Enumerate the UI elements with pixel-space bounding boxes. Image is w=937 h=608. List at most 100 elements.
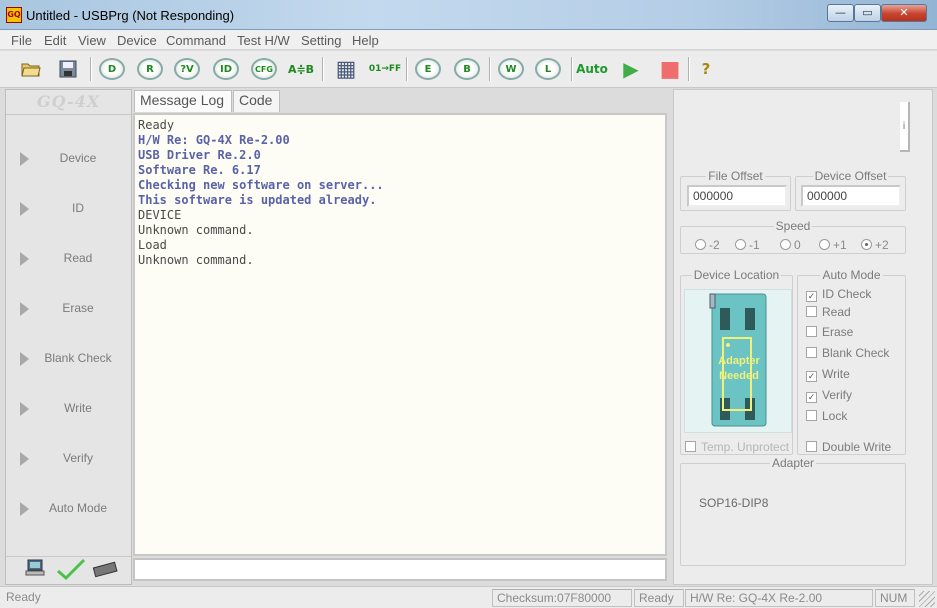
chip-device-icon: D (99, 58, 125, 80)
op-write[interactable]: Write (6, 387, 131, 431)
window-title: Untitled - USBPrg (Not Responding) (26, 8, 235, 23)
log-line: Software Re. 6.17 (138, 163, 261, 177)
device-logo: GQ-4X (6, 90, 131, 115)
op-read[interactable]: Read (6, 237, 131, 281)
op-label: Verify (62, 451, 93, 465)
floppy-disk-icon (59, 60, 77, 78)
toolbar-id-button[interactable]: ID (211, 55, 241, 83)
close-button[interactable]: ✕ (881, 4, 927, 22)
toolbar-read-button[interactable]: R (135, 55, 165, 83)
menu-device[interactable]: Device (117, 33, 157, 48)
device-offset-group: Device Offset 000000 (795, 169, 906, 211)
info-box[interactable]: i (900, 102, 910, 152)
op-verify[interactable]: Verify (6, 437, 131, 481)
toolbar-device-button[interactable]: D (97, 55, 127, 83)
triangle-right-icon (20, 152, 29, 166)
double-write-checkbox[interactable]: Double Write (806, 440, 891, 454)
device-offset-field[interactable]: 000000 (801, 185, 901, 207)
speed-option-0[interactable]: 0 (780, 238, 801, 252)
toolbar-fill-button[interactable]: 01→FF (368, 55, 402, 83)
chip-config-icon: CFG (251, 58, 277, 80)
message-log[interactable]: Ready H/W Re: GQ-4X Re-2.00 USB Driver R… (133, 113, 667, 556)
toolbar-lock-button[interactable]: L (533, 55, 563, 83)
toolbar-separator (571, 57, 573, 81)
adapter-needed-text: Adapter (718, 355, 760, 367)
toolbar-verify-button[interactable]: ?V (172, 55, 202, 83)
op-device[interactable]: Device (6, 137, 131, 181)
toolbar-blank-check-button[interactable]: B (452, 55, 482, 83)
hw-version-field: H/W Re: GQ-4X Re-2.00 (685, 589, 873, 607)
maximize-button[interactable]: ▭ (854, 4, 881, 22)
auto-blank-check-checkbox[interactable]: Blank Check (806, 346, 889, 360)
op-label: Write (64, 401, 92, 415)
toolbar-help-button[interactable]: ? (691, 55, 721, 83)
checkbox-label: Write (822, 367, 850, 381)
tab-message-log[interactable]: Message Log (134, 90, 232, 112)
checkbox-label: Read (822, 305, 851, 319)
chip-write-icon: W (498, 58, 524, 80)
checkmark-icon (57, 558, 86, 581)
log-line: Checking new software on server... (138, 178, 384, 192)
menu-command[interactable]: Command (166, 33, 226, 48)
radio-selected-icon (861, 239, 872, 250)
resize-grip-icon[interactable] (919, 591, 935, 607)
radio-icon (780, 239, 791, 250)
play-icon: ▶ (623, 57, 639, 81)
adapter-group: Adapter SOP16-DIP8 (680, 456, 906, 566)
menu-help[interactable]: Help (352, 33, 379, 48)
auto-id-check-checkbox[interactable]: ✓ ID Check (806, 287, 871, 302)
toolbar-erase-button[interactable]: E (413, 55, 443, 83)
toolbar-write-button[interactable]: W (496, 55, 526, 83)
menu-edit[interactable]: Edit (44, 33, 66, 48)
checkbox-icon (806, 306, 817, 317)
menu-view[interactable]: View (78, 33, 106, 48)
triangle-right-icon (20, 202, 29, 216)
op-blank-check[interactable]: Blank Check (6, 337, 131, 381)
auto-erase-checkbox[interactable]: Erase (806, 325, 853, 339)
toolbar-stop-button[interactable]: ■ (655, 55, 685, 83)
speed-option-plus2[interactable]: +2 (861, 238, 889, 252)
menu-setting[interactable]: Setting (301, 33, 341, 48)
toolbar-cfg-button[interactable]: CFG (249, 55, 279, 83)
tab-code[interactable]: Code (233, 90, 280, 112)
speed-label: Speed (773, 219, 813, 233)
computer-icon (25, 559, 45, 576)
fill-01-ff-icon: 01→FF (368, 64, 402, 74)
op-auto-mode[interactable]: Auto Mode (6, 487, 131, 531)
chip-id-icon: ID (213, 58, 239, 80)
speed-option-minus2[interactable]: -2 (695, 238, 720, 252)
op-id[interactable]: ID (6, 187, 131, 231)
menu-test-hw[interactable]: Test H/W (237, 33, 290, 48)
radio-label: +1 (833, 238, 847, 252)
triangle-right-icon (20, 452, 29, 466)
toolbar-run-button[interactable]: ▶ (616, 55, 646, 83)
auto-verify-checkbox[interactable]: ✓ Verify (806, 388, 852, 403)
log-line: H/W Re: GQ-4X Re-2.00 (138, 133, 290, 147)
log-line: USB Driver Re.2.0 (138, 148, 261, 162)
command-input[interactable] (133, 558, 667, 581)
adapter-name: SOP16-DIP8 (699, 496, 769, 510)
checkbox-label: Blank Check (822, 346, 890, 360)
op-erase[interactable]: Erase (6, 287, 131, 331)
chip-verify-icon: ?V (174, 58, 200, 80)
open-file-button[interactable] (16, 55, 46, 83)
save-file-button[interactable] (53, 55, 83, 83)
speed-option-plus1[interactable]: +1 (819, 238, 847, 252)
op-label: Erase (62, 301, 94, 315)
speed-option-minus1[interactable]: -1 (735, 238, 760, 252)
triangle-right-icon (20, 352, 29, 366)
minimize-button[interactable]: — (827, 4, 854, 22)
keyboard-grid-icon: ▦ (335, 56, 357, 82)
title-bar[interactable]: GQ Untitled - USBPrg (Not Responding) — … (0, 0, 937, 30)
toolbar-hex-view-button[interactable]: ▦ (331, 55, 361, 83)
toolbar-compare-button[interactable]: A≑B (286, 55, 316, 83)
auto-lock-checkbox[interactable]: Lock (806, 409, 847, 423)
auto-read-checkbox[interactable]: Read (806, 305, 851, 319)
auto-write-checkbox[interactable]: ✓ Write (806, 367, 850, 382)
log-line: Ready (138, 118, 175, 132)
chip-read-icon: R (137, 58, 163, 80)
toolbar-auto-button[interactable]: Auto (576, 55, 608, 83)
file-offset-field[interactable]: 000000 (687, 185, 787, 207)
temp-unprotect-checkbox[interactable]: Temp. Unprotect (685, 440, 789, 454)
menu-file[interactable]: File (11, 33, 32, 48)
